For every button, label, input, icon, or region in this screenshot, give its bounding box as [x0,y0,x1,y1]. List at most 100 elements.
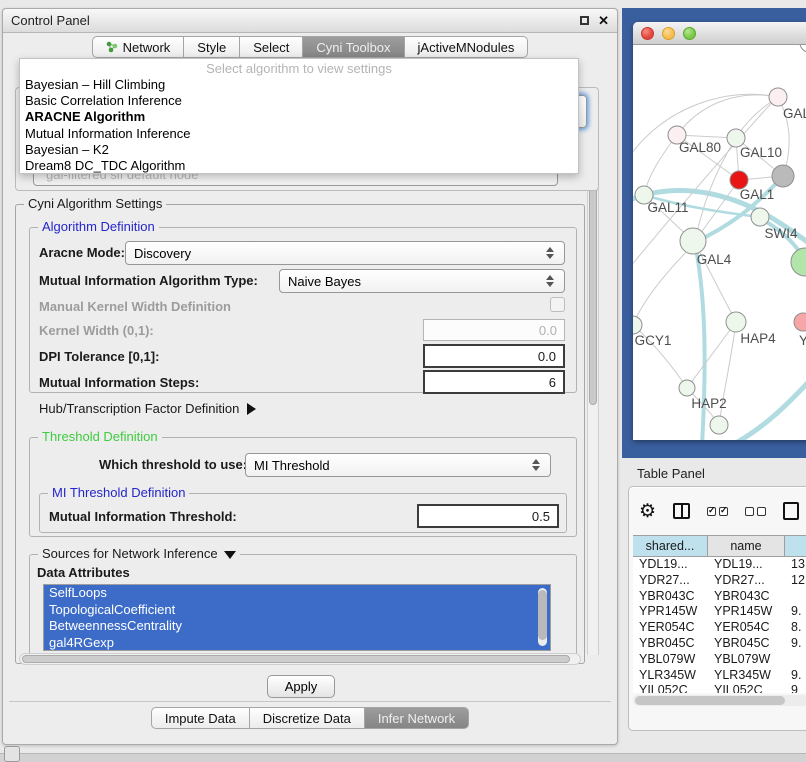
table-toolbar: ⚙ [639,495,799,527]
settings-horizontal-scrollbar[interactable] [19,653,581,665]
attribute-topologicalcoefficient[interactable]: TopologicalCoefficient [44,602,550,619]
table-cell: YBR045C [708,636,785,652]
mac-zoom-icon[interactable] [683,27,696,40]
dpi-tolerance-label: DPI Tolerance [0,1]: [39,349,159,364]
data-attributes-label: Data Attributes [37,565,130,580]
table-cell: YER054C [633,620,708,636]
table-cell: YIL052C [633,683,708,693]
node-unlabeled[interactable] [772,165,794,187]
table-cell: YBR043C [633,589,708,605]
algorithm-dropdown-items: Bayesian – Hill ClimbingBasic Correlatio… [20,77,578,174]
mi-threshold-definition-title: MI Threshold Definition [48,485,189,500]
tab-select[interactable]: Select [240,36,303,58]
table-horizontal-scrollbar[interactable] [633,695,806,706]
table-cell: YBL079W [708,652,785,668]
bottom-tab-discretize-data[interactable]: Discretize Data [250,707,365,729]
table-cell: 9. [785,604,806,620]
collapsed-panel-button[interactable] [4,746,20,762]
bottom-tab-infer-network[interactable]: Infer Network [365,707,469,729]
table-row[interactable]: YDR27...YDR27...12 [633,573,806,589]
node-label-hap2: HAP2 [691,396,726,411]
algorithm-option-basic-correlation-inference[interactable]: Basic Correlation Inference [20,93,578,109]
apply-button[interactable]: Apply [267,675,335,698]
table-row[interactable]: YLR345WYLR345W9. [633,668,806,684]
float-window-icon[interactable] [580,16,589,25]
attribute-betweennesscentrality[interactable]: BetweennessCentrality [44,618,550,635]
node-unlabeled[interactable] [800,45,806,52]
hub-definition-expander[interactable]: Hub/Transcription Factor Definition [39,401,256,416]
network-canvas[interactable]: GALGAL80GAL10GAL1GAL11SWI4GAL4GCY1HAP4YH… [633,45,806,440]
which-threshold-combo[interactable]: MI Threshold [245,453,551,477]
node-label-gal11: GAL11 [647,200,688,215]
attribute-selfloops[interactable]: SelfLoops [44,585,550,602]
bottom-tab-impute-data[interactable]: Impute Data [151,707,250,729]
bottom-tab-bar: Impute DataDiscretize DataInfer Network [3,707,617,729]
deselect-all-columns-icon[interactable] [745,507,766,516]
table-header-row[interactable]: shared...name [633,535,806,557]
aracne-mode-value: Discovery [134,246,191,261]
tab-network[interactable]: Network [92,36,185,58]
node-swi4[interactable] [751,208,769,226]
document-icon[interactable] [783,502,799,520]
algorithm-option-bayesian-hill-climbing[interactable]: Bayesian – Hill Climbing [20,77,578,93]
kernel-width-field[interactable]: 0.0 [423,319,565,341]
aracne-mode-combo[interactable]: Discovery [125,241,565,265]
mi-steps-field[interactable]: 6 [423,370,565,394]
algorithm-option-dream8-dc-tdc-algorithm[interactable]: Dream8 DC_TDC Algorithm [20,158,578,174]
attributes-scrollbar[interactable] [538,588,547,646]
node-gal4[interactable] [680,228,706,254]
split-columns-icon[interactable] [673,503,690,519]
table-cell: YLR345W [708,668,785,684]
table-row[interactable]: YPR145WYPR145W9. [633,604,806,620]
node-label-gal4: GAL4 [697,252,732,267]
gear-icon[interactable]: ⚙ [639,502,656,521]
manual-kernel-checkbox[interactable] [550,297,565,312]
node-unlabeled[interactable] [710,416,728,434]
table-row[interactable]: YBR043CYBR043C [633,589,806,605]
column-header-shared[interactable]: shared... [633,536,708,556]
table-cell [785,652,806,668]
node-y[interactable] [794,313,806,331]
table-hscroll-thumb[interactable] [635,696,785,705]
node-gcy1[interactable] [633,316,642,334]
network-window-titlebar[interactable] [633,22,806,45]
column-header-name[interactable]: name [708,536,785,556]
algorithm-option-mutual-information-inference[interactable]: Mutual Information Inference [20,126,578,142]
sources-title[interactable]: Sources for Network Inference [38,546,240,561]
mac-close-icon[interactable] [641,27,654,40]
dpi-tolerance-field[interactable]: 0.0 [423,344,565,368]
tab-jactivemnodules[interactable]: jActiveMNodules [405,36,529,58]
table-row[interactable]: YER054CYER054C8. [633,620,806,636]
node-hap4[interactable] [726,312,746,332]
data-attributes-list[interactable]: SelfLoopsTopologicalCoefficientBetweenne… [43,584,551,651]
table-panel-section: Table Panel ⚙ shared...name YDL19...YDL1… [622,458,806,753]
node-gal[interactable] [769,88,787,106]
table-row[interactable]: YIL052CYIL052C9 [633,683,806,693]
tab-cyni-toolbox[interactable]: Cyni Toolbox [303,36,404,58]
table-row[interactable]: YBL079WYBL079W [633,652,806,668]
node-unlabeled[interactable] [791,248,806,276]
tab-style[interactable]: Style [184,36,240,58]
expander-collapsed-icon [247,403,256,415]
column-header-2[interactable] [785,536,806,556]
dpi-tolerance-value: 0.0 [538,349,556,364]
mi-type-combo[interactable]: Naive Bayes [279,269,565,293]
attribute-gal4rgexp[interactable]: gal4RGexp [44,635,550,652]
network-icon [106,41,118,53]
attributes-scroll-thumb[interactable] [538,590,547,640]
mi-threshold-field[interactable]: 0.5 [417,504,559,528]
table-cell: YPR145W [633,604,708,620]
close-icon[interactable]: ✕ [598,14,609,27]
settings-hscroll-thumb[interactable] [22,655,570,663]
algorithm-option-bayesian-k2[interactable]: Bayesian – K2 [20,142,578,158]
mac-minimize-icon[interactable] [662,27,675,40]
node-label-gal80: GAL80 [679,140,721,155]
algorithm-option-aracne-algorithm[interactable]: ARACNE Algorithm [20,109,578,125]
table-row[interactable]: YDL19...YDL19...13 [633,557,806,573]
node-hap2[interactable] [679,380,695,396]
network-nodes[interactable]: GALGAL80GAL10GAL1GAL11SWI4GAL4GCY1HAP4YH… [633,45,806,434]
select-all-columns-icon[interactable] [707,507,728,516]
table-row[interactable]: YBR045CYBR045C9. [633,636,806,652]
table-cell: YBL079W [633,652,708,668]
node-label-gcy1: GCY1 [635,333,672,348]
